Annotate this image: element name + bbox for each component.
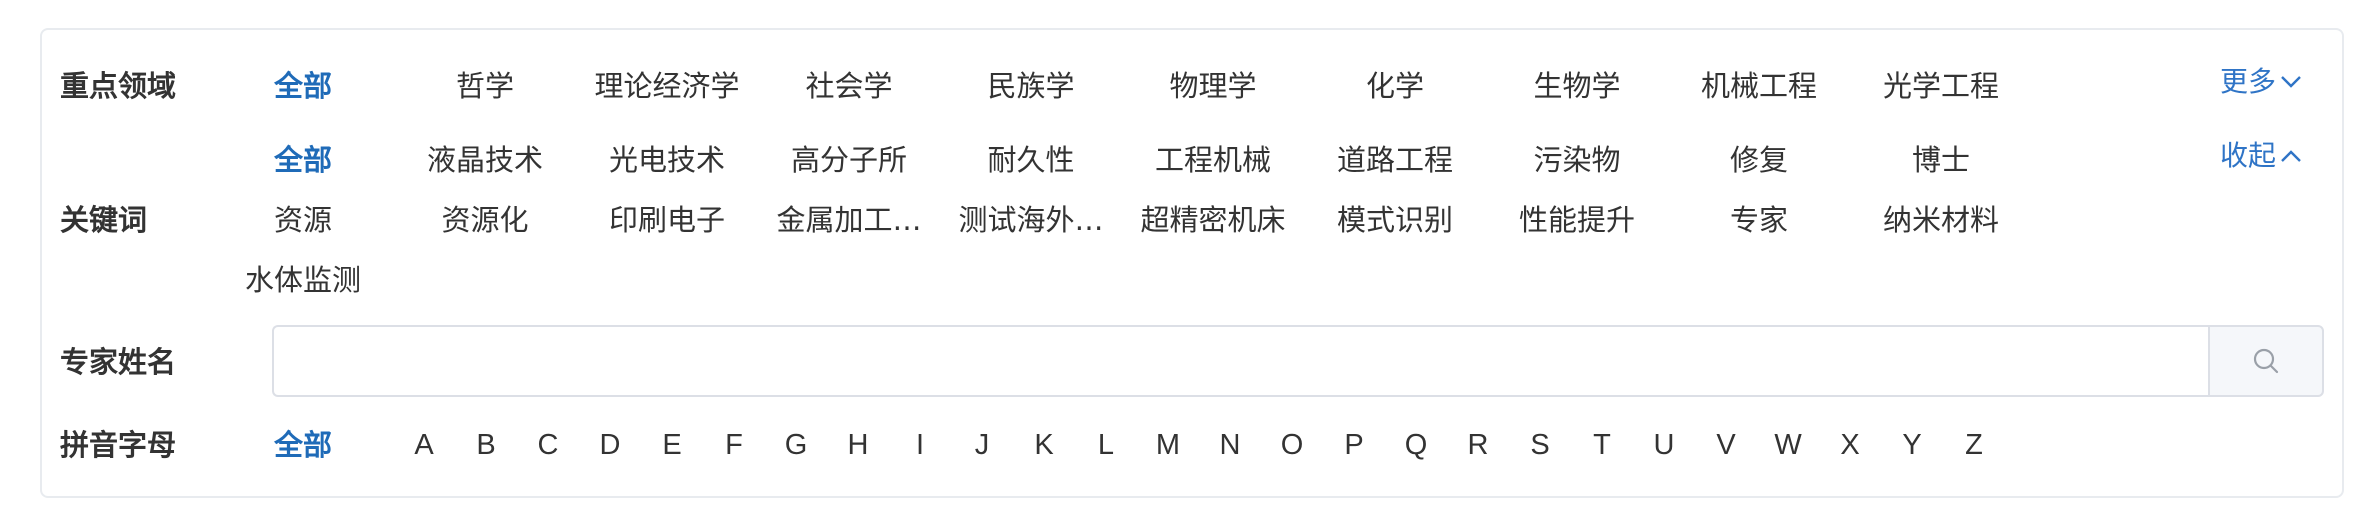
collapse-label: 收起 <box>2219 139 2276 172</box>
pinyin-letter[interactable]: M <box>1148 425 1188 465</box>
pinyin-letter[interactable]: A <box>404 425 444 465</box>
pinyin-letter[interactable]: R <box>1458 425 1498 465</box>
keyword-option[interactable]: 工程机械 <box>1122 140 1304 180</box>
keyword-option[interactable]: 测试海外… <box>940 200 1122 240</box>
keyword-option[interactable]: 高分子所 <box>758 140 940 180</box>
keyword-option[interactable]: 性能提升 <box>1486 200 1668 240</box>
keyword-option[interactable]: 修复 <box>1668 140 1850 180</box>
pinyin-letter[interactable]: G <box>776 425 816 465</box>
keyword-option[interactable]: 纳米材料 <box>1850 200 2032 240</box>
fields-label: 重点领域 <box>60 69 177 103</box>
pinyin-letter[interactable]: S <box>1520 425 1560 465</box>
expert-name-label: 专家姓名 <box>60 345 177 379</box>
pinyin-letter[interactable]: F <box>714 425 754 465</box>
pinyin-letter[interactable]: Y <box>1892 425 1932 465</box>
keyword-option[interactable]: 模式识别 <box>1304 200 1486 240</box>
keyword-option[interactable]: 光电技术 <box>576 140 758 180</box>
field-option[interactable]: 哲学 <box>394 66 576 106</box>
chevron-down-icon <box>2281 76 2301 88</box>
pinyin-letter[interactable]: V <box>1706 425 1746 465</box>
pinyin-letter[interactable]: O <box>1272 425 1312 465</box>
pinyin-letter[interactable]: H <box>838 425 878 465</box>
field-option[interactable]: 化学 <box>1304 66 1486 106</box>
field-option[interactable]: 机械工程 <box>1668 66 1850 106</box>
pinyin-option-all[interactable]: 全部 <box>212 425 394 465</box>
search-button[interactable] <box>2208 325 2324 397</box>
keyword-option[interactable]: 耐久性 <box>940 140 1122 180</box>
pinyin-letter[interactable]: P <box>1334 425 1374 465</box>
pinyin-letter[interactable]: I <box>900 425 940 465</box>
more-label: 更多 <box>2219 65 2276 98</box>
pinyin-letter[interactable]: K <box>1024 425 1064 465</box>
pinyin-letter[interactable]: W <box>1768 425 1808 465</box>
field-option[interactable]: 民族学 <box>940 66 1122 106</box>
pinyin-letter[interactable]: Z <box>1954 425 1994 465</box>
keyword-option[interactable]: 印刷电子 <box>576 200 758 240</box>
pinyin-letter[interactable]: N <box>1210 425 1250 465</box>
pinyin-letter[interactable]: J <box>962 425 1002 465</box>
pinyin-letter[interactable]: B <box>466 425 506 465</box>
pinyin-letter[interactable]: Q <box>1396 425 1436 465</box>
keyword-option[interactable]: 水体监测 <box>212 260 394 300</box>
collapse-button[interactable]: 收起 <box>2220 136 2302 176</box>
pinyin-letter[interactable]: X <box>1830 425 1870 465</box>
field-option[interactable]: 社会学 <box>758 66 940 106</box>
keyword-option[interactable]: 博士 <box>1850 140 2032 180</box>
keyword-option[interactable]: 金属加工… <box>758 200 940 240</box>
keyword-option[interactable]: 资源化 <box>394 200 576 240</box>
keyword-option[interactable]: 道路工程 <box>1304 140 1486 180</box>
expert-name-input[interactable] <box>272 325 2208 397</box>
pinyin-letter[interactable]: U <box>1644 425 1684 465</box>
pinyin-letter[interactable]: D <box>590 425 630 465</box>
field-option[interactable]: 光学工程 <box>1850 66 2032 106</box>
keyword-option[interactable]: 污染物 <box>1486 140 1668 180</box>
more-button[interactable]: 更多 <box>2220 62 2302 102</box>
pinyin-label: 拼音字母 <box>60 428 177 462</box>
keywords-label: 关键词 <box>60 203 148 237</box>
keyword-option-all[interactable]: 全部 <box>212 140 394 180</box>
field-option-all[interactable]: 全部 <box>212 66 394 106</box>
pinyin-letter[interactable]: L <box>1086 425 1126 465</box>
field-option[interactable]: 生物学 <box>1486 66 1668 106</box>
field-option[interactable]: 物理学 <box>1122 66 1304 106</box>
keyword-option[interactable]: 资源 <box>212 200 394 240</box>
field-option[interactable]: 理论经济学 <box>576 66 758 106</box>
keyword-option[interactable]: 超精密机床 <box>1122 200 1304 240</box>
pinyin-letter[interactable]: E <box>652 425 692 465</box>
search-icon <box>2253 348 2279 374</box>
keyword-option[interactable]: 液晶技术 <box>394 140 576 180</box>
keyword-option[interactable]: 专家 <box>1668 200 1850 240</box>
chevron-up-icon <box>2281 150 2301 162</box>
pinyin-letter[interactable]: T <box>1582 425 1622 465</box>
pinyin-letter[interactable]: C <box>528 425 568 465</box>
